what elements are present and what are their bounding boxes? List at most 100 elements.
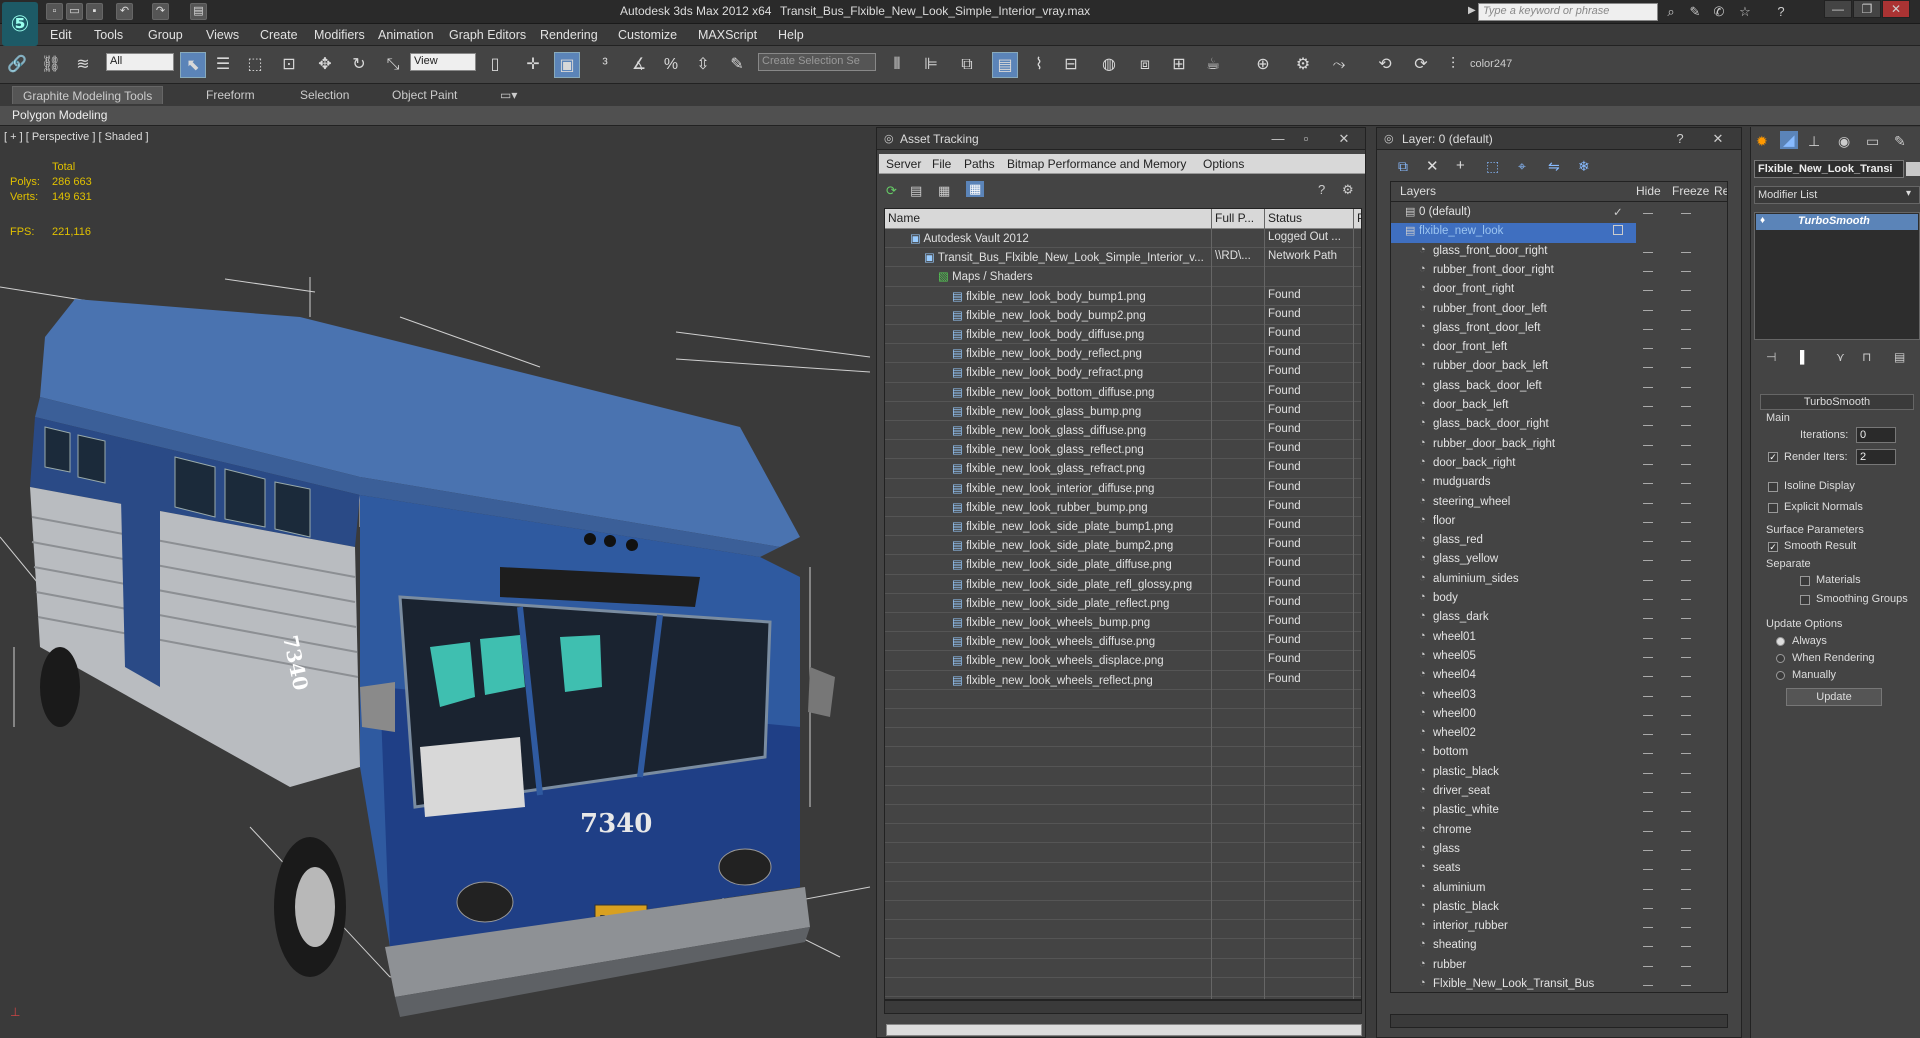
toggle-dash[interactable]	[1643, 521, 1653, 523]
move-icon[interactable]: ✥	[312, 52, 338, 78]
toggle-dash[interactable]	[1681, 676, 1691, 678]
toggle-dash[interactable]	[1643, 579, 1653, 581]
asset-row[interactable]: ▤ flxible_new_look_side_plate_refl_gloss…	[885, 575, 1361, 594]
menu-rendering[interactable]: Rendering	[540, 28, 598, 42]
layer-row[interactable]: ◔ wheel04	[1391, 667, 1727, 686]
toggle-dash[interactable]	[1681, 965, 1691, 967]
refresh-icon[interactable]: ⟳	[886, 183, 897, 199]
toggle-dash[interactable]	[1681, 946, 1691, 948]
asset-row[interactable]: ▧ Maps / Shaders	[885, 267, 1361, 287]
highlight-layer-icon[interactable]: ⌖	[1518, 158, 1526, 175]
toggle-dash[interactable]	[1681, 560, 1691, 562]
toggle-dash[interactable]	[1643, 792, 1653, 793]
toggle-dash[interactable]	[1643, 328, 1653, 330]
layer-row[interactable]: ◔ bottom	[1391, 744, 1727, 763]
at-menu-server[interactable]: Server	[886, 157, 921, 171]
select-by-name-icon[interactable]: ☰	[210, 52, 236, 78]
schematic-view-icon[interactable]: ⊟	[1058, 52, 1084, 78]
scale-icon[interactable]: ⤡	[380, 52, 406, 78]
layer-row[interactable]: ◔ steering_wheel	[1391, 494, 1727, 513]
search-input[interactable]: Type a keyword or phrase	[1478, 3, 1658, 21]
window-crossing-icon[interactable]: ⊡	[276, 52, 302, 78]
layer-row[interactable]: ◔ aluminium	[1391, 880, 1727, 899]
help-icon[interactable]: ?	[1772, 3, 1790, 21]
toggle-dash[interactable]	[1681, 309, 1691, 311]
layer-row[interactable]: ◔ rubber	[1391, 957, 1727, 976]
toggle-dash[interactable]	[1681, 772, 1691, 774]
list-view-icon[interactable]: ▤	[910, 183, 922, 199]
layer-row[interactable]: ◔ rubber_door_back_right	[1391, 436, 1727, 455]
when-rendering-radio[interactable]	[1776, 654, 1785, 663]
toggle-dash[interactable]	[1643, 946, 1653, 948]
menu-tools[interactable]: Tools	[94, 28, 123, 42]
layer-row[interactable]: ▤ flxible_new_look	[1391, 223, 1636, 243]
set-current-box-icon[interactable]	[1613, 225, 1623, 236]
create-layer-icon[interactable]: ⧉	[1398, 158, 1408, 175]
select-manipulate-icon[interactable]: ✛	[520, 52, 546, 78]
menu-maxscript[interactable]: MAXScript	[698, 28, 757, 42]
asset-row[interactable]: ▣ Autodesk Vault 2012 Logged Out ...	[885, 229, 1361, 249]
menu-help[interactable]: Help	[778, 28, 804, 42]
create-tab-icon[interactable]: ✹	[1756, 133, 1768, 150]
align-icon[interactable]: ⊫	[918, 52, 944, 78]
toggle-dash[interactable]	[1681, 444, 1691, 446]
motion-tab-icon[interactable]: ◉	[1838, 133, 1850, 150]
script-icon-1[interactable]: ⟲	[1372, 52, 1398, 78]
layer-row[interactable]: ◔ mudguards	[1391, 474, 1727, 493]
toggle-dash[interactable]	[1681, 463, 1691, 465]
asset-path-field[interactable]	[886, 1024, 1362, 1036]
toggle-dash[interactable]	[1643, 695, 1653, 697]
favorites-star-icon[interactable]: ☆	[1736, 3, 1754, 21]
asset-minimize-button[interactable]: —	[1268, 131, 1288, 147]
percent-snap-icon[interactable]: %	[658, 52, 684, 78]
toggle-dash[interactable]	[1681, 599, 1691, 600]
layer-row[interactable]: ◔ door_front_left	[1391, 339, 1727, 358]
toggle-dash[interactable]	[1681, 753, 1691, 755]
toggle-dash[interactable]	[1681, 425, 1691, 427]
redo-icon[interactable]: ↷	[152, 3, 169, 20]
toggle-dash[interactable]	[1643, 656, 1653, 658]
toggle-dash[interactable]	[1681, 406, 1691, 407]
asset-row[interactable]: ▣ Transit_Bus_Flxible_New_Look_Simple_In…	[885, 248, 1361, 268]
asset-row[interactable]: ▤ flxible_new_look_side_plate_diffuse.pn…	[885, 555, 1361, 575]
freeze-all-icon[interactable]: ❄	[1578, 158, 1590, 175]
stack-item-turbosmooth[interactable]: TurboSmooth	[1756, 214, 1918, 230]
toggle-dash[interactable]	[1643, 811, 1653, 813]
reference-coord-dropdown[interactable]: View	[410, 53, 476, 71]
toggle-dash[interactable]	[1643, 213, 1653, 214]
toggle-dash[interactable]	[1681, 830, 1691, 832]
binoculars-icon[interactable]: ⌕	[1662, 3, 1680, 21]
modify-tab-icon[interactable]: ◢	[1780, 131, 1798, 149]
communication-center-icon[interactable]: ✎	[1686, 3, 1704, 21]
layer-row[interactable]: ◔ glass_dark	[1391, 609, 1727, 628]
tab-graphite-modeling-tools[interactable]: Graphite Modeling Tools	[12, 86, 164, 104]
ribbon-options-icon[interactable]: ▭▾	[500, 88, 517, 102]
project-folder-icon[interactable]: ▤	[190, 3, 207, 20]
toggle-dash[interactable]	[1643, 251, 1653, 253]
script-icon-3[interactable]: ⫶	[1440, 52, 1466, 78]
layer-row[interactable]: ◔ glass_yellow	[1391, 551, 1727, 570]
col-p[interactable]: P	[1354, 209, 1361, 228]
angle-snap-icon[interactable]: ∡	[626, 52, 652, 78]
asset-row[interactable]: ▤ flxible_new_look_rubber_bump.png Found	[885, 498, 1361, 517]
toggle-dash[interactable]	[1681, 328, 1691, 330]
menu-customize[interactable]: Customize	[618, 28, 677, 42]
bind-space-warp-icon[interactable]: ≋	[70, 52, 96, 78]
toggle-dash[interactable]	[1643, 753, 1653, 755]
make-unique-icon[interactable]: ⋎	[1836, 350, 1845, 364]
layer-row[interactable]: ◔ Flxible_New_Look_Transit_Bus	[1391, 976, 1727, 992]
app-logo-icon[interactable]: ⑤	[2, 2, 38, 46]
toggle-dash[interactable]	[1681, 714, 1691, 716]
layer-row[interactable]: ◔ door_back_right	[1391, 455, 1727, 474]
layer-row[interactable]: ◔ plastic_black	[1391, 899, 1727, 918]
at-help-icon[interactable]: ?	[1318, 182, 1325, 197]
named-selection-dropdown[interactable]: Create Selection Se	[758, 53, 876, 71]
layer-row[interactable]: ◔ body	[1391, 590, 1727, 609]
thumbnail-view-icon[interactable]: ▦	[938, 183, 950, 199]
toggle-dash[interactable]	[1681, 541, 1691, 543]
rect-selection-icon[interactable]: ⬚	[242, 52, 268, 78]
perspective-viewport[interactable]: [ + ] [ Perspective ] [ Shaded ] Total P…	[0, 127, 876, 1038]
menu-views[interactable]: Views	[206, 28, 239, 42]
utilities-tab-icon[interactable]: ✎	[1894, 133, 1906, 150]
keyboard-shortcut-toggle-icon[interactable]: ▣	[554, 52, 580, 78]
